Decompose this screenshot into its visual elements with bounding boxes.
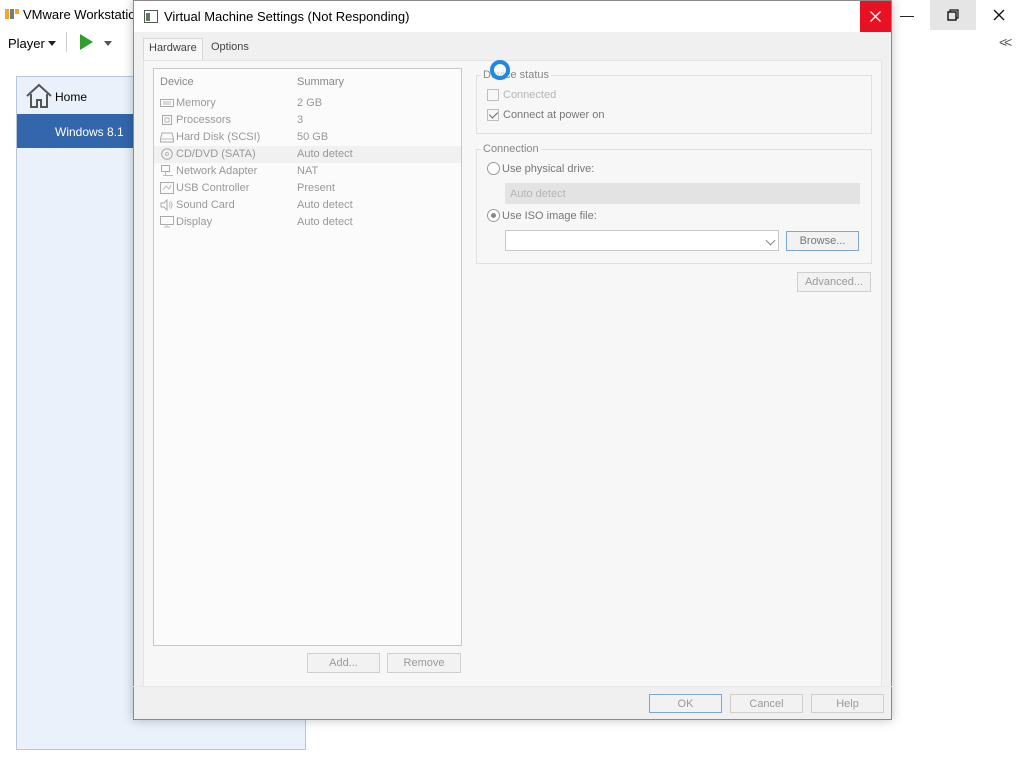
connected-checkbox[interactable]: [487, 89, 499, 101]
usb-icon: [160, 182, 174, 194]
processor-icon: [162, 115, 172, 125]
dialog-close-button[interactable]: [860, 1, 891, 32]
memory-icon: [160, 99, 174, 107]
cd-dvd-icon: [161, 148, 173, 160]
device-name: USB Controller: [176, 182, 250, 194]
device-name: Network Adapter: [176, 165, 258, 177]
device-summary: Auto detect: [297, 216, 353, 228]
device-list[interactable]: Device Summary Memory 2 GB Processors 3 …: [153, 68, 462, 646]
toolbar-divider: [66, 32, 67, 52]
iso-image-path-combo[interactable]: [505, 230, 779, 251]
footer-divider: [133, 686, 892, 687]
advanced-button[interactable]: Advanced...: [797, 272, 871, 292]
browse-button[interactable]: Browse...: [786, 231, 859, 251]
connection-title: Connection: [481, 143, 541, 155]
vmware-logo-icon: [4, 6, 20, 22]
device-summary: NAT: [297, 165, 319, 177]
close-icon: [870, 11, 881, 22]
device-row-hard-disk[interactable]: Hard Disk (SCSI) 50 GB: [154, 129, 461, 146]
device-name: Memory: [176, 97, 216, 109]
tab-options[interactable]: Options: [206, 38, 254, 60]
display-icon: [160, 216, 174, 228]
device-name: Sound Card: [176, 199, 235, 211]
sound-card-icon: [160, 199, 173, 211]
device-name: CD/DVD (SATA): [176, 148, 256, 160]
player-menu-button[interactable]: Player: [8, 36, 45, 51]
background-window-title: VMware Workstation: [23, 7, 143, 22]
library-home-label[interactable]: Home: [55, 90, 87, 104]
device-row-network-adapter[interactable]: Network Adapter NAT: [154, 163, 461, 180]
physical-drive-select[interactable]: Auto detect: [505, 183, 860, 204]
column-header-device[interactable]: Device: [160, 76, 194, 88]
maximize-button[interactable]: [930, 0, 976, 30]
device-row-memory[interactable]: Memory 2 GB: [154, 95, 461, 112]
help-button[interactable]: Help: [811, 694, 884, 713]
device-row-cd-dvd[interactable]: CD/DVD (SATA) Auto detect: [154, 146, 461, 163]
column-header-summary[interactable]: Summary: [297, 76, 344, 88]
connect-at-power-on-label[interactable]: Connect at power on: [503, 109, 605, 121]
use-physical-drive-label[interactable]: Use physical drive:: [502, 163, 594, 175]
use-iso-image-radio[interactable]: [487, 209, 500, 222]
device-summary: 3: [297, 114, 304, 126]
play-icon[interactable]: [80, 34, 93, 50]
chevron-down-icon[interactable]: [48, 41, 56, 46]
connected-label: Connected: [503, 89, 557, 101]
network-adapter-icon: [161, 165, 173, 176]
restore-icon: [947, 9, 959, 21]
home-icon[interactable]: [24, 82, 54, 110]
close-icon: [993, 9, 1005, 21]
device-summary: 2 GB: [297, 97, 323, 109]
device-name: Hard Disk (SCSI): [176, 131, 261, 143]
device-summary: Auto detect: [297, 148, 353, 160]
busy-cursor-icon: [490, 60, 510, 80]
minimize-icon: —: [900, 7, 914, 23]
device-row-usb-controller[interactable]: USB Controller Present: [154, 180, 461, 197]
chevron-down-icon[interactable]: [765, 235, 776, 246]
device-name: Display: [176, 216, 213, 228]
ok-button[interactable]: OK: [649, 694, 722, 713]
device-row-sound-card[interactable]: Sound Card Auto detect: [154, 197, 461, 214]
device-row-processors[interactable]: Processors 3: [154, 112, 461, 129]
dialog-title: Virtual Machine Settings (Not Responding…: [164, 9, 410, 24]
tab-hardware[interactable]: Hardware: [143, 38, 203, 61]
hard-disk-icon: [160, 132, 174, 143]
vm-settings-icon: [144, 10, 158, 23]
device-row-display[interactable]: Display Auto detect: [154, 214, 461, 231]
use-iso-image-label[interactable]: Use ISO image file:: [502, 210, 597, 222]
double-chevron-left-icon[interactable]: <<: [999, 34, 1012, 50]
background-close-button[interactable]: [976, 0, 1022, 30]
connect-at-power-on-checkbox[interactable]: [487, 109, 499, 121]
remove-device-button[interactable]: Remove: [387, 653, 461, 673]
dialog-titlebar[interactable]: Virtual Machine Settings (Not Responding…: [134, 1, 891, 32]
add-device-button[interactable]: Add...: [307, 653, 380, 673]
use-physical-drive-radio[interactable]: [487, 162, 500, 175]
device-summary: Auto detect: [297, 199, 353, 211]
chevron-down-icon[interactable]: [104, 41, 112, 46]
library-vm-label[interactable]: Windows 8.1: [55, 125, 124, 139]
device-name: Processors: [176, 114, 232, 126]
device-summary: Present: [297, 182, 335, 194]
cancel-button[interactable]: Cancel: [730, 694, 803, 713]
device-summary: 50 GB: [297, 131, 329, 143]
device-status-group: [476, 75, 872, 134]
